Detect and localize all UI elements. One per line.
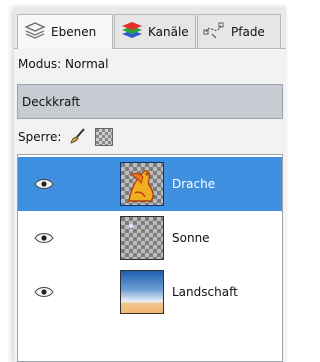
- lock-label: Sperre:: [18, 130, 62, 144]
- tab-pfade[interactable]: Pfade: [197, 14, 281, 48]
- lock-row: Sperre:: [14, 123, 286, 151]
- mode-selector[interactable]: Modus: Normal: [14, 49, 286, 79]
- tab-kanaele[interactable]: Kanäle: [114, 14, 196, 48]
- paths-icon: [202, 20, 226, 43]
- lock-alpha-checker-icon[interactable]: [95, 128, 114, 146]
- eye-icon[interactable]: [34, 178, 54, 190]
- sun-thumbnail: [120, 216, 164, 260]
- layer-row-drache[interactable]: Drache: [18, 157, 282, 211]
- layers-icon: [24, 21, 46, 43]
- lock-pixels-brush-icon[interactable]: [69, 127, 87, 147]
- eye-icon[interactable]: [34, 286, 54, 298]
- opacity-slider[interactable]: Deckkraft: [17, 84, 283, 119]
- tab-label: Kanäle: [148, 24, 189, 39]
- tab-label: Ebenen: [51, 25, 97, 39]
- mode-label: Modus: Normal: [18, 57, 109, 71]
- layer-name[interactable]: Landschaft: [172, 285, 238, 299]
- layer-row-sonne[interactable]: Sonne: [18, 211, 282, 265]
- dragon-thumbnail: [120, 162, 164, 206]
- layers-dock-panel: Ebenen Kanäle Pfade Modus: Normal Deckkr…: [14, 6, 286, 362]
- layer-name[interactable]: Sonne: [172, 231, 210, 245]
- layer-list: Drache Sonne Landschaft: [17, 154, 283, 362]
- tab-label: Pfade: [231, 24, 265, 39]
- channels-icon: [121, 21, 143, 42]
- layer-name[interactable]: Drache: [172, 177, 215, 191]
- tab-ebenen[interactable]: Ebenen: [17, 14, 113, 49]
- landscape-thumbnail: [120, 270, 164, 314]
- eye-icon[interactable]: [34, 232, 54, 244]
- tab-bar: Ebenen Kanäle Pfade: [14, 6, 286, 49]
- opacity-label: Deckkraft: [22, 94, 81, 109]
- layer-row-landschaft[interactable]: Landschaft: [18, 265, 282, 319]
